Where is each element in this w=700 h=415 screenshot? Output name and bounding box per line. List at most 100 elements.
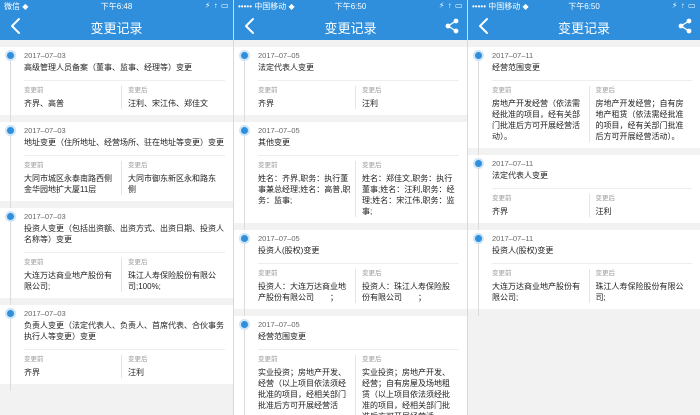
timeline-dot-icon (241, 321, 248, 328)
timeline-line (478, 242, 479, 316)
change-title: 经营范围变更 (258, 332, 306, 341)
after-column: 变更后 汪利 (588, 194, 693, 217)
nav-bar: 变更记录 (234, 12, 467, 40)
timeline-list[interactable]: 2017–07–03 高级管理人员备案（董事、监事、经理等）变更 变更前 齐界、… (0, 40, 233, 415)
after-column: 变更后 投资人：珠江人寿保险股份有限公司 ； (355, 269, 459, 303)
change-compare: 变更前 齐界 变更后 汪利 (492, 188, 692, 217)
change-date: 2017–07–03 (24, 309, 66, 318)
before-column: 变更前 齐界、高普 (24, 86, 121, 109)
timeline-item: 2017–07–03 投资人变更（包括出资额、出资方式、出资日期、投资人名称等）… (0, 208, 233, 305)
before-value: 投资人：大连万达商业地产股份有限公司 ； (258, 282, 346, 302)
before-label: 变更前 (492, 195, 512, 202)
timeline-item: 2017–07–05 法定代表人变更 变更前 齐界 变更后 汪利 (234, 47, 467, 122)
after-label: 变更后 (128, 259, 148, 266)
nav-bar: 变更记录 (468, 12, 700, 40)
timeline-dot-icon (7, 127, 14, 134)
timeline-line (10, 317, 11, 391)
after-label: 变更后 (595, 195, 616, 202)
before-label: 变更前 (24, 259, 44, 266)
before-label: 变更前 (492, 270, 512, 277)
before-column: 变更前 姓名：齐界,职务：执行董事兼总经理;姓名：高普,职务：监事; (258, 161, 355, 217)
after-value: 汪利 (362, 99, 378, 108)
before-label: 变更前 (258, 87, 278, 94)
before-label: 变更前 (258, 356, 278, 363)
after-label: 变更后 (128, 162, 148, 169)
timeline-line (478, 59, 479, 155)
change-date: 2017–07–05 (258, 234, 300, 243)
timeline-line (244, 134, 245, 230)
timeline-line (10, 134, 11, 208)
after-value: 汪利 (595, 207, 612, 216)
change-compare: 变更前 大同市城区永泰南路西侧金华园地扩大厦11层 变更后 大同市御东新区永和路… (24, 155, 225, 195)
change-compare: 变更前 齐界 变更后 汪利 (24, 349, 225, 378)
after-value: 投资人：珠江人寿保险股份有限公司 ； (362, 282, 450, 302)
after-value: 姓名：郑佳文,职务：执行董事;姓名：汪利,职务：经理;姓名：宋江伟,职务：监事; (362, 174, 455, 216)
after-value: 珠江人寿保险股份有限公司;100%; (128, 271, 216, 291)
change-date: 2017–07–05 (258, 320, 300, 329)
before-column: 变更前 齐界 (24, 355, 121, 378)
change-title: 经营范围变更 (492, 63, 540, 72)
timeline-dot-icon (7, 52, 14, 59)
timeline-item: 2017–07–03 负责人变更（法定代表人、负责人、首席代表、合伙事务执行人等… (0, 305, 233, 391)
after-value: 房地产开发经营；自有房地产租赁（依法需经批准的项目，经有关部门批准后方可开展经营… (595, 99, 684, 141)
status-icons: ⚡ ↑ ▭ (671, 1, 696, 10)
change-compare: 变更前 齐界、高普 变更后 汪利、宋江伟、郑佳文 (24, 80, 225, 109)
share-icon[interactable] (678, 18, 692, 34)
before-value: 房地产开发经营（依法需经批准的项目，经有关部门批准后方可开展经营活动）。 (492, 99, 580, 141)
change-date: 2017–07–05 (258, 126, 300, 135)
status-bar: ••••• 中国移动 ◆ 下午6:50 ⚡ ↑ ▭ (234, 0, 467, 12)
before-column: 变更前 大连万达商业地产股份有限公司; (492, 269, 589, 303)
before-value: 大连万达商业地产股份有限公司; (24, 271, 112, 291)
timeline-line (244, 328, 245, 415)
before-value: 实业投资；房地产开发、经营（以上项目依法须经批准的项目，经相关部门批准后方可开展… (258, 368, 346, 410)
before-column: 变更前 投资人：大连万达商业地产股份有限公司 ； (258, 269, 355, 303)
before-label: 变更前 (24, 356, 44, 363)
after-value: 大同市御东新区永和路东侧 (128, 174, 216, 194)
before-label: 变更前 (24, 87, 44, 94)
timeline-item: 2017–07–05 投资人(股权)变更 变更前 投资人：大连万达商业地产股份有… (234, 230, 467, 316)
change-compare: 变更前 投资人：大连万达商业地产股份有限公司 ； 变更后 投资人：珠江人寿保险股… (258, 263, 459, 303)
timeline-item: 2017–07–05 其他变更 变更前 姓名：齐界,职务：执行董事兼总经理;姓名… (234, 122, 467, 230)
change-date: 2017–07–03 (24, 212, 66, 221)
change-title: 法定代表人变更 (258, 63, 314, 72)
phone-screen-3: ••••• 中国移动 ◆ 下午6:50 ⚡ ↑ ▭ 变更记录 2017–07–1… (468, 0, 700, 415)
after-column: 变更后 汪利 (355, 86, 459, 109)
status-time: 下午6:48 (100, 2, 133, 11)
timeline-dot-icon (475, 52, 482, 59)
before-value: 齐界 (24, 368, 40, 377)
before-column: 变更前 大连万达商业地产股份有限公司; (24, 258, 121, 292)
after-label: 变更后 (128, 356, 148, 363)
before-value: 大连万达商业地产股份有限公司; (492, 282, 580, 302)
status-icons: ⚡ ↑ ▭ (438, 1, 463, 10)
timeline-item: 2017–07–03 地址变更（住所地址、经营场所、驻在地址等变更）变更 变更前… (0, 122, 233, 208)
timeline-item: 2017–07–11 经营范围变更 变更前 房地产开发经营（依法需经批准的项目，… (468, 47, 700, 155)
timeline-line (478, 167, 479, 230)
page-title: 变更记录 (90, 21, 143, 36)
status-time: 下午6:50 (334, 2, 367, 11)
timeline-list[interactable]: 2017–07–11 经营范围变更 变更前 房地产开发经营（依法需经批准的项目，… (468, 40, 700, 415)
before-column: 变更前 齐界 (258, 86, 355, 109)
after-label: 变更后 (362, 356, 382, 363)
share-icon[interactable] (445, 18, 459, 34)
after-value: 汪利 (128, 368, 144, 377)
after-column: 变更后 姓名：郑佳文,职务：执行董事;姓名：汪利,职务：经理;姓名：宋江伟,职务… (355, 161, 459, 217)
change-title: 地址变更（住所地址、经营场所、驻在地址等变更）变更 (24, 138, 224, 147)
timeline-item: 2017–07–05 经营范围变更 变更前 实业投资；房地产开发、经营（以上项目… (234, 316, 467, 415)
status-bar: ••••• 中国移动 ◆ 下午6:50 ⚡ ↑ ▭ (468, 0, 700, 12)
after-label: 变更后 (595, 87, 616, 94)
before-column: 变更前 房地产开发经营（依法需经批准的项目，经有关部门批准后方可开展经营活动）。 (492, 86, 589, 142)
change-date: 2017–07–05 (258, 51, 300, 60)
before-label: 变更前 (258, 162, 278, 169)
timeline-line (244, 59, 245, 122)
after-column: 变更后 汪利、宋江伟、郑佳文 (121, 86, 225, 109)
change-date: 2017–07–03 (24, 51, 66, 60)
change-date: 2017–07–03 (24, 126, 66, 135)
timeline-list[interactable]: 2017–07–05 法定代表人变更 变更前 齐界 变更后 汪利 2017–07… (234, 40, 467, 415)
before-value: 齐界、高普 (24, 99, 64, 108)
timeline-dot-icon (7, 213, 14, 220)
timeline-dot-icon (475, 235, 482, 242)
change-title: 投资人(股权)变更 (258, 246, 320, 255)
before-value: 姓名：齐界,职务：执行董事兼总经理;姓名：高普,职务：监事; (258, 174, 351, 205)
change-title: 负责人变更（法定代表人、负责人、首席代表、合伙事务执行人等变更）变更 (24, 321, 224, 341)
timeline-dot-icon (475, 160, 482, 167)
